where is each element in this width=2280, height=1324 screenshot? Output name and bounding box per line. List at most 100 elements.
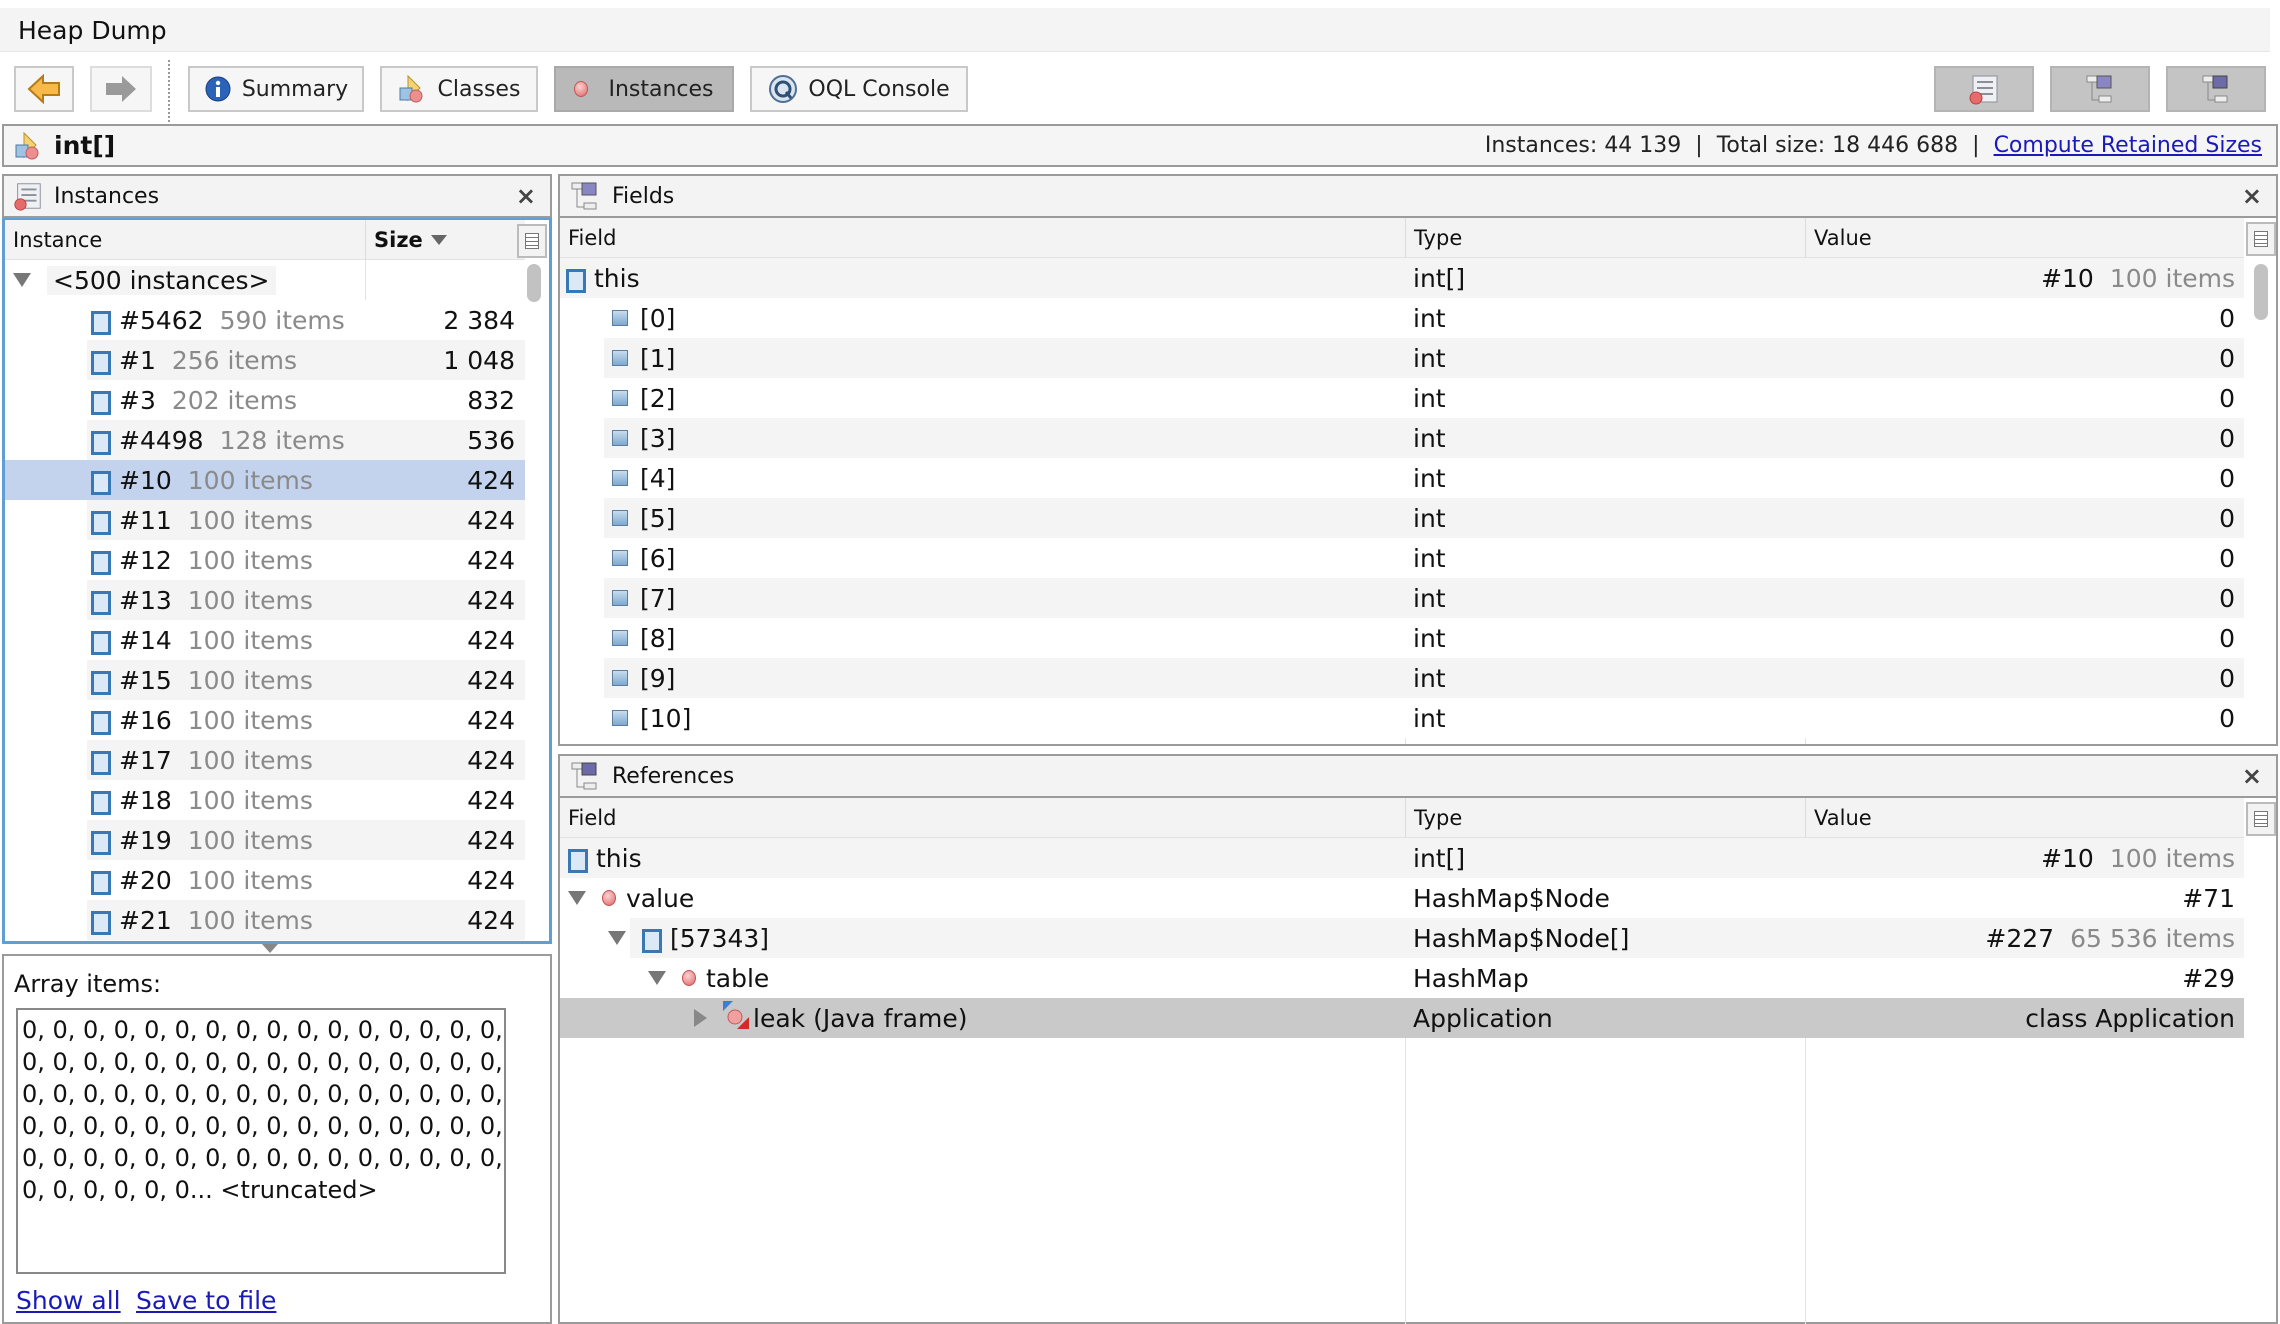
instance-item-count: 128 items	[219, 425, 345, 455]
reference-field-cell: this	[568, 838, 642, 878]
instance-row[interactable]: #14 100 items 424	[5, 620, 525, 660]
reference-value: #29	[1805, 958, 2235, 998]
instance-row[interactable]: #1 256 items 1 048	[5, 340, 525, 380]
fields-scrollbar[interactable]	[2254, 264, 2268, 320]
instance-row[interactable]: #21 100 items 424	[5, 900, 525, 940]
column-field[interactable]: Field	[560, 218, 1405, 258]
column-value[interactable]: Value	[1805, 798, 2245, 838]
forward-button[interactable]	[90, 66, 152, 112]
expand-toggle-icon[interactable]	[568, 891, 586, 905]
fields-column-header: Field Type Value	[560, 218, 2244, 258]
field-name-cell: [3]	[612, 418, 675, 458]
reference-field-cell: value	[568, 878, 694, 918]
instance-row[interactable]: #13 100 items 424	[5, 580, 525, 620]
primitive-field-icon	[612, 630, 628, 646]
fields-tree-icon	[2086, 75, 2112, 103]
field-row[interactable]: [9] int 0	[560, 658, 2244, 698]
field-row[interactable]: [6] int 0	[560, 538, 2244, 578]
references-view-button[interactable]	[2166, 66, 2266, 112]
field-row[interactable]: [0] int 0	[560, 298, 2244, 338]
field-name-cell: [4]	[612, 458, 675, 498]
instance-size: 424	[467, 665, 515, 695]
reference-type: HashMap	[1413, 963, 1529, 993]
field-row[interactable]: [2] int 0	[560, 378, 2244, 418]
instance-row[interactable]: #19 100 items 424	[5, 820, 525, 860]
column-type[interactable]: Type	[1405, 218, 1805, 258]
field-row[interactable]: [3] int 0	[560, 418, 2244, 458]
array-icon	[91, 469, 111, 495]
instance-item-count: 590 items	[219, 305, 345, 335]
field-row[interactable]: [5] int 0	[560, 498, 2244, 538]
column-chooser-button[interactable]	[2246, 802, 2276, 836]
field-row[interactable]: [8] int 0	[560, 618, 2244, 658]
field-type: int	[1413, 703, 1446, 733]
info-icon	[205, 76, 231, 102]
instance-row[interactable]: #11 100 items 424	[5, 500, 525, 540]
show-all-link[interactable]: Show all	[16, 1286, 121, 1315]
tab-classes[interactable]: Classes	[380, 66, 538, 112]
instance-row[interactable]: #16 100 items 424	[5, 700, 525, 740]
column-chooser-button[interactable]	[2246, 222, 2276, 256]
tab-oql-console[interactable]: OQL Console	[750, 66, 968, 112]
instance-row[interactable]: #18 100 items 424	[5, 780, 525, 820]
field-name-cell: [7]	[612, 578, 675, 618]
instances-view-button[interactable]	[1934, 66, 2034, 112]
tab-oql-label: OQL Console	[808, 76, 950, 102]
expand-toggle-icon[interactable]	[13, 273, 31, 287]
instance-cell: #13 100 items	[91, 580, 313, 620]
references-tree-icon	[2202, 75, 2228, 103]
field-row[interactable]: [4] int 0	[560, 458, 2244, 498]
instance-size: 424	[467, 825, 515, 855]
column-instance[interactable]: Instance	[5, 220, 365, 260]
instance-row[interactable]: #5462 590 items 2 384	[5, 300, 525, 340]
field-row-this[interactable]: this int[] #10 100 items	[560, 258, 2244, 298]
reference-row[interactable]: value HashMap$Node #71	[560, 878, 2244, 918]
instances-scrollbar[interactable]	[527, 264, 541, 302]
field-type: int	[1413, 503, 1446, 533]
close-icon[interactable]: ×	[2242, 762, 2262, 790]
field-row[interactable]: [10] int 0	[560, 698, 2244, 738]
column-size[interactable]: Size	[365, 220, 525, 260]
instance-row[interactable]: #4498 128 items 536	[5, 420, 525, 460]
reference-row[interactable]: leak (Java frame) Application class Applic…	[560, 998, 2244, 1038]
reference-value: #227 65 536 items	[1805, 918, 2235, 958]
expand-toggle-icon[interactable]	[608, 931, 626, 945]
collapse-toggle-icon[interactable]	[694, 1009, 707, 1027]
back-button[interactable]	[14, 66, 74, 112]
instance-group-row[interactable]: <500 instances>	[5, 260, 525, 300]
field-value: 0	[2219, 343, 2235, 373]
reference-row[interactable]: table HashMap #29	[560, 958, 2244, 998]
tab-summary[interactable]: Summary	[188, 66, 364, 112]
fields-view-button[interactable]	[2050, 66, 2150, 112]
instance-cell: #11 100 items	[91, 500, 313, 540]
save-to-file-link[interactable]: Save to file	[136, 1286, 276, 1315]
expand-toggle-icon[interactable]	[648, 971, 666, 985]
compute-retained-sizes-link[interactable]: Compute Retained Sizes	[1994, 133, 2262, 158]
instance-item-count: 100 items	[187, 825, 313, 855]
split-handle-icon[interactable]	[262, 944, 278, 953]
reference-field-cell: [57343]	[608, 918, 769, 958]
array-icon	[91, 789, 111, 815]
reference-row[interactable]: this int[] #10 100 items	[560, 838, 2244, 878]
field-value: 0	[2219, 383, 2235, 413]
field-row[interactable]: [1] int 0	[560, 338, 2244, 378]
array-items-textarea[interactable]: 0, 0, 0, 0, 0, 0, 0, 0, 0, 0, 0, 0, 0, 0…	[16, 1008, 506, 1274]
close-icon[interactable]: ×	[2242, 182, 2262, 210]
instance-row[interactable]: #15 100 items 424	[5, 660, 525, 700]
field-row[interactable]: [7] int 0	[560, 578, 2244, 618]
close-icon[interactable]: ×	[516, 182, 536, 210]
column-type[interactable]: Type	[1405, 798, 1805, 838]
instance-row[interactable]: #20 100 items 424	[5, 860, 525, 900]
instance-row[interactable]: #17 100 items 424	[5, 740, 525, 780]
instance-row[interactable]: #10 100 items 424	[5, 460, 525, 500]
instance-row[interactable]: #3 202 items 832	[5, 380, 525, 420]
column-chooser-button[interactable]	[517, 224, 547, 258]
instance-item-count: 100 items	[187, 865, 313, 895]
array-icon	[91, 869, 111, 895]
fields-panel-title: Fields	[612, 183, 675, 209]
column-value[interactable]: Value	[1805, 218, 2245, 258]
tab-instances[interactable]: Instances	[554, 66, 734, 112]
column-field[interactable]: Field	[560, 798, 1405, 838]
reference-row[interactable]: [57343] HashMap$Node[] #227 65 536 items	[560, 918, 2244, 958]
instance-row[interactable]: #12 100 items 424	[5, 540, 525, 580]
